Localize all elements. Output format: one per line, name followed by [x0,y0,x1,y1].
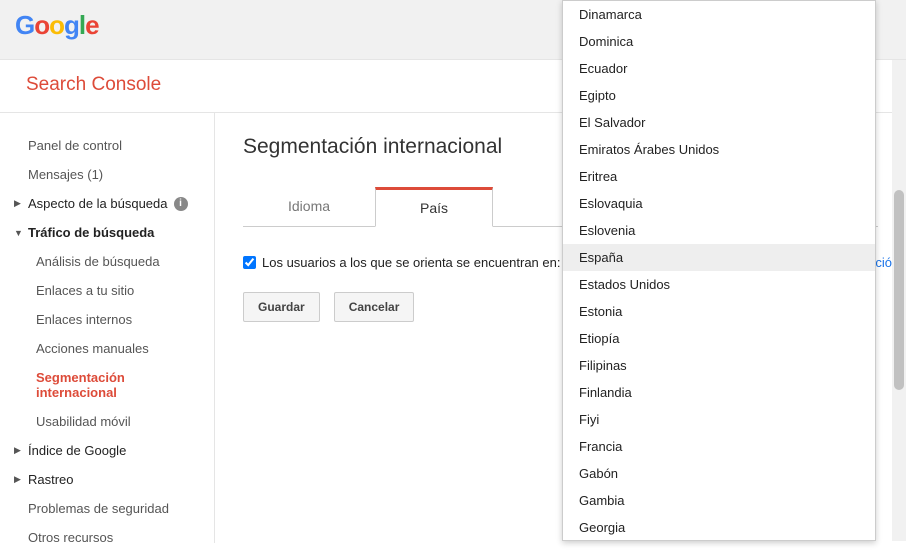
sidebar-section-aspect[interactable]: ▶ Aspecto de la búsqueda i [0,189,214,218]
cancel-button[interactable]: Cancelar [334,292,415,322]
sidebar-label: Tráfico de búsqueda [28,225,154,240]
country-option[interactable]: Dominica [563,28,875,55]
country-dropdown[interactable]: DinamarcaDominicaEcuadorEgiptoEl Salvado… [562,0,876,541]
country-option[interactable]: Estonia [563,298,875,325]
country-option[interactable]: Francia [563,433,875,460]
save-button[interactable]: Guardar [243,292,320,322]
sidebar-section-crawl[interactable]: ▶ Rastreo [0,465,214,494]
country-option[interactable]: Ecuador [563,55,875,82]
logo-letter: o [34,10,49,40]
sidebar-section-traffic[interactable]: ▼ Tráfico de búsqueda [0,218,214,247]
country-option[interactable]: Finlandia [563,379,875,406]
country-option[interactable]: Estados Unidos [563,271,875,298]
target-users-label: Los usuarios a los que se orienta se enc… [262,255,560,270]
scrollbar-track[interactable] [892,60,906,541]
caret-right-icon: ▶ [14,474,24,485]
country-option[interactable]: Emiratos Árabes Unidos [563,136,875,163]
caret-right-icon: ▶ [14,198,24,209]
sidebar-item-panel[interactable]: Panel de control [0,131,214,160]
country-option[interactable]: Egipto [563,82,875,109]
country-option[interactable]: Fiyi [563,406,875,433]
sidebar-item-security[interactable]: Problemas de seguridad [0,494,214,523]
sidebar-item-messages[interactable]: Mensajes (1) [0,160,214,189]
country-option[interactable]: Georgia [563,514,875,541]
country-option[interactable]: España [563,244,875,271]
sidebar-section-index[interactable]: ▶ Índice de Google [0,436,214,465]
country-option[interactable]: Eritrea [563,163,875,190]
sidebar-item-other[interactable]: Otros recursos [0,523,214,552]
sidebar-label: Índice de Google [28,443,126,458]
logo-letter: o [49,10,64,40]
country-option[interactable]: Eslovaquia [563,190,875,217]
logo-letter: g [64,10,79,40]
country-option[interactable]: Filipinas [563,352,875,379]
tab-country[interactable]: País [375,187,493,227]
country-option[interactable]: Gambia [563,487,875,514]
target-users-checkbox[interactable] [243,256,256,269]
sidebar-item-analysis[interactable]: Análisis de búsqueda [0,247,214,276]
sidebar-item-mobile-usability[interactable]: Usabilidad móvil [0,407,214,436]
country-option[interactable]: Eslovenia [563,217,875,244]
sidebar-item-links-site[interactable]: Enlaces a tu sitio [0,276,214,305]
sidebar: Panel de control Mensajes (1) ▶ Aspecto … [0,113,215,543]
logo-letter: G [15,10,34,40]
country-option[interactable]: Etiopía [563,325,875,352]
scrollbar-thumb[interactable] [894,190,904,390]
sidebar-label: Aspecto de la búsqueda [28,196,168,211]
country-option[interactable]: Gabón [563,460,875,487]
caret-down-icon: ▼ [14,228,24,238]
sidebar-item-manual-actions[interactable]: Acciones manuales [0,334,214,363]
logo-letter: e [85,10,98,40]
country-option[interactable]: Dinamarca [563,1,875,28]
tab-language[interactable]: Idioma [243,187,375,226]
country-option[interactable]: El Salvador [563,109,875,136]
info-icon[interactable]: i [174,197,188,211]
sidebar-item-international[interactable]: Segmentación internacional [0,363,214,407]
sidebar-label: Rastreo [28,472,74,487]
caret-right-icon: ▶ [14,445,24,456]
partial-text-fragment: ció [875,255,892,270]
sidebar-item-links-internal[interactable]: Enlaces internos [0,305,214,334]
